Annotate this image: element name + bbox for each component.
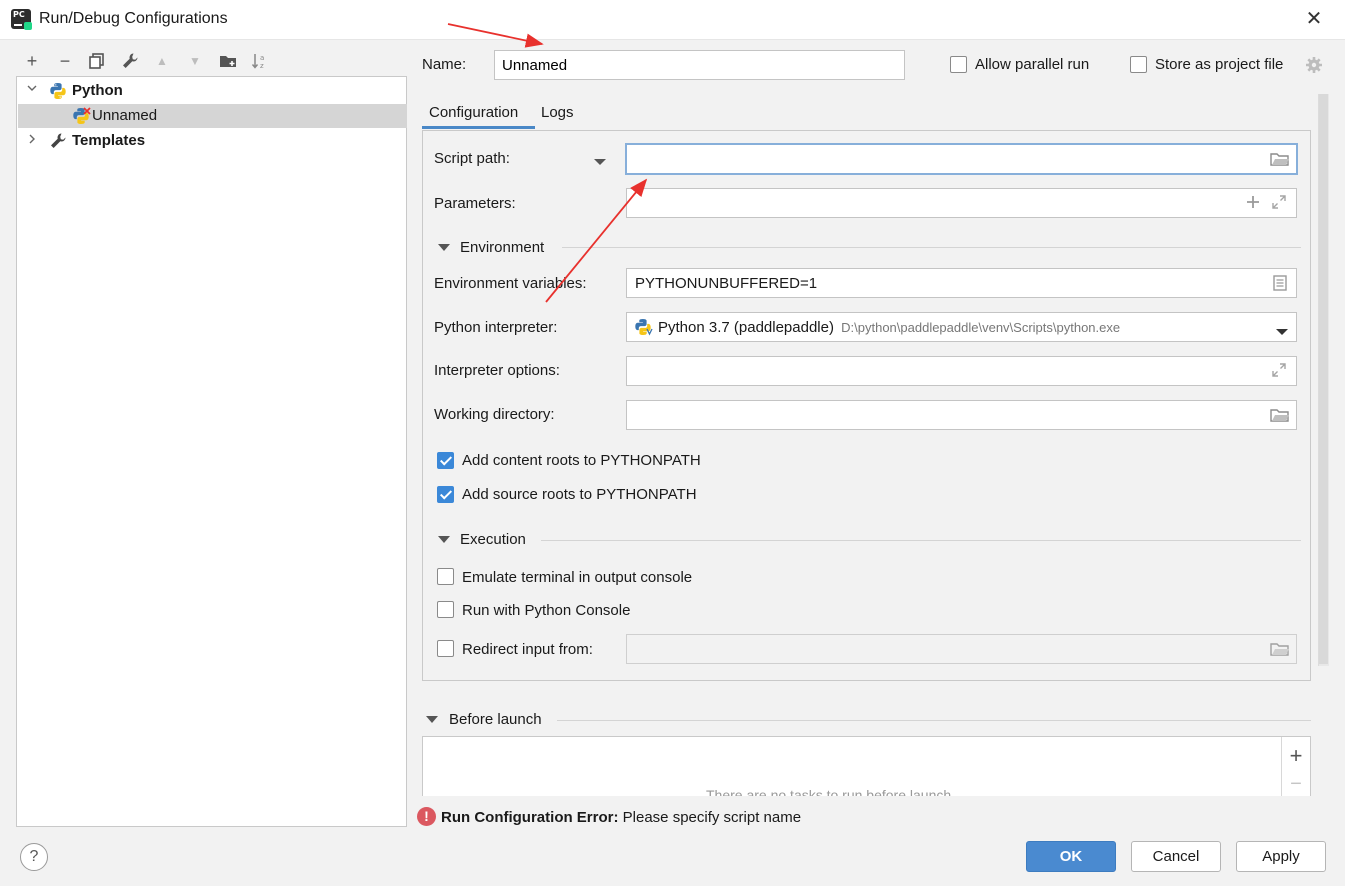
allow-parallel-run-label: Allow parallel run bbox=[975, 56, 1090, 73]
script-path-input[interactable] bbox=[625, 143, 1298, 175]
close-icon[interactable]: ✕ bbox=[1300, 6, 1328, 32]
expand-icon[interactable] bbox=[1272, 363, 1286, 377]
store-as-project-file-checkbox[interactable] bbox=[1130, 56, 1147, 73]
allow-parallel-run-checkbox[interactable] bbox=[950, 56, 967, 73]
chevron-right-icon[interactable] bbox=[27, 134, 37, 144]
tree-label-templates: Templates bbox=[72, 132, 146, 149]
redirect-input-field bbox=[626, 634, 1297, 664]
sort-icon[interactable]: az bbox=[249, 50, 271, 72]
chevron-down-icon[interactable] bbox=[1276, 323, 1288, 335]
svg-text:z: z bbox=[260, 62, 264, 70]
parameters-input[interactable] bbox=[626, 188, 1297, 218]
window-title: Run/Debug Configurations bbox=[39, 10, 228, 27]
tree-item-unnamed[interactable]: Unnamed bbox=[18, 104, 407, 128]
env-vars-input[interactable]: PYTHONUNBUFFERED=1 bbox=[626, 268, 1297, 298]
copy-configuration-icon[interactable] bbox=[86, 50, 108, 72]
python-interpreter-select[interactable]: Python 3.7 (paddlepaddle) D:\python\padd… bbox=[626, 312, 1297, 342]
collapse-before-launch-icon[interactable] bbox=[426, 716, 438, 723]
add-configuration-button[interactable]: + bbox=[21, 50, 43, 72]
tree-label-unnamed: Unnamed bbox=[92, 107, 158, 124]
error-message: Run Configuration Error: Please specify … bbox=[441, 809, 801, 826]
working-directory-label: Working directory: bbox=[434, 406, 555, 423]
parameters-label: Parameters: bbox=[434, 195, 516, 212]
interpreter-name: Python 3.7 (paddlepaddle) bbox=[658, 319, 834, 336]
name-input[interactable] bbox=[494, 50, 905, 80]
emulate-terminal-checkbox[interactable] bbox=[437, 568, 454, 585]
plus-icon[interactable] bbox=[1246, 195, 1260, 209]
error-icon: ! bbox=[417, 807, 436, 826]
section-divider bbox=[541, 540, 1301, 541]
tab-logs[interactable]: Logs bbox=[541, 104, 574, 121]
no-tasks-placeholder: There are no tasks to run before launch bbox=[706, 787, 952, 796]
folder-icon bbox=[1270, 642, 1290, 658]
section-divider bbox=[557, 720, 1311, 721]
tree-item-templates[interactable]: Templates bbox=[18, 129, 407, 153]
expand-icon[interactable] bbox=[1272, 195, 1286, 209]
emulate-terminal-label: Emulate terminal in output console bbox=[462, 569, 693, 586]
name-label: Name: bbox=[422, 56, 467, 73]
section-divider bbox=[562, 247, 1301, 248]
move-up-icon[interactable]: ▲ bbox=[151, 50, 173, 72]
apply-button[interactable]: Apply bbox=[1236, 841, 1326, 872]
wrench-icon[interactable] bbox=[119, 50, 141, 72]
svg-text:a: a bbox=[260, 54, 264, 62]
run-with-python-console-checkbox[interactable] bbox=[437, 601, 454, 618]
run-with-python-console-label: Run with Python Console bbox=[462, 602, 631, 619]
tree-item-python[interactable]: Python bbox=[18, 79, 407, 103]
remove-configuration-button[interactable]: − bbox=[54, 50, 76, 72]
add-content-roots-checkbox[interactable] bbox=[437, 452, 454, 469]
execution-section-title: Execution bbox=[460, 531, 526, 548]
tree-label-python: Python bbox=[72, 82, 123, 99]
redirect-input-label: Redirect input from: bbox=[462, 641, 593, 658]
environment-section-title: Environment bbox=[460, 239, 545, 256]
scrollbar-thumb[interactable] bbox=[1319, 94, 1328, 664]
configuration-tree[interactable]: Python Unnamed Templates bbox=[16, 76, 407, 827]
script-path-label: Script path: bbox=[434, 150, 510, 167]
error-detail: Please specify script name bbox=[622, 809, 802, 826]
store-as-project-file-label: Store as project file bbox=[1155, 56, 1284, 73]
env-vars-label: Environment variables: bbox=[434, 275, 587, 292]
tab-configuration[interactable]: Configuration bbox=[429, 104, 518, 121]
interpreter-options-input[interactable] bbox=[626, 356, 1297, 386]
folder-icon[interactable] bbox=[1270, 152, 1290, 168]
collapse-execution-icon[interactable] bbox=[438, 536, 450, 543]
interpreter-options-label: Interpreter options: bbox=[434, 362, 560, 379]
working-directory-input[interactable] bbox=[626, 400, 1297, 430]
pycharm-app-icon: PC bbox=[11, 9, 32, 30]
remove-task-button[interactable]: − bbox=[1288, 773, 1304, 793]
python-config-error-icon bbox=[72, 107, 91, 125]
collapse-environment-icon[interactable] bbox=[438, 244, 450, 251]
document-icon[interactable] bbox=[1273, 275, 1287, 291]
add-source-roots-label: Add source roots to PYTHONPATH bbox=[462, 486, 697, 503]
cancel-button[interactable]: Cancel bbox=[1131, 841, 1221, 872]
panel-clip bbox=[422, 796, 1332, 806]
before-launch-section-title: Before launch bbox=[449, 711, 542, 728]
python-interpreter-label: Python interpreter: bbox=[434, 319, 558, 336]
error-title: Run Configuration Error: bbox=[441, 809, 619, 826]
add-source-roots-checkbox[interactable] bbox=[437, 486, 454, 503]
interpreter-path: D:\python\paddlepaddle\venv\Scripts\pyth… bbox=[841, 320, 1121, 335]
move-down-icon[interactable]: ▼ bbox=[184, 50, 206, 72]
new-folder-icon[interactable] bbox=[217, 50, 239, 72]
python-icon bbox=[49, 82, 67, 100]
add-task-button[interactable]: + bbox=[1288, 743, 1304, 769]
gear-icon[interactable] bbox=[1305, 56, 1323, 74]
chevron-down-icon[interactable] bbox=[27, 83, 37, 93]
redirect-input-checkbox[interactable] bbox=[437, 640, 454, 657]
add-content-roots-label: Add content roots to PYTHONPATH bbox=[462, 452, 701, 469]
python-icon bbox=[634, 318, 654, 336]
folder-icon[interactable] bbox=[1270, 408, 1290, 424]
active-tab-indicator bbox=[422, 126, 535, 129]
help-button[interactable]: ? bbox=[20, 843, 48, 871]
ok-button[interactable]: OK bbox=[1026, 841, 1116, 872]
wrench-icon bbox=[49, 132, 67, 150]
script-type-dropdown-icon[interactable] bbox=[593, 154, 607, 165]
